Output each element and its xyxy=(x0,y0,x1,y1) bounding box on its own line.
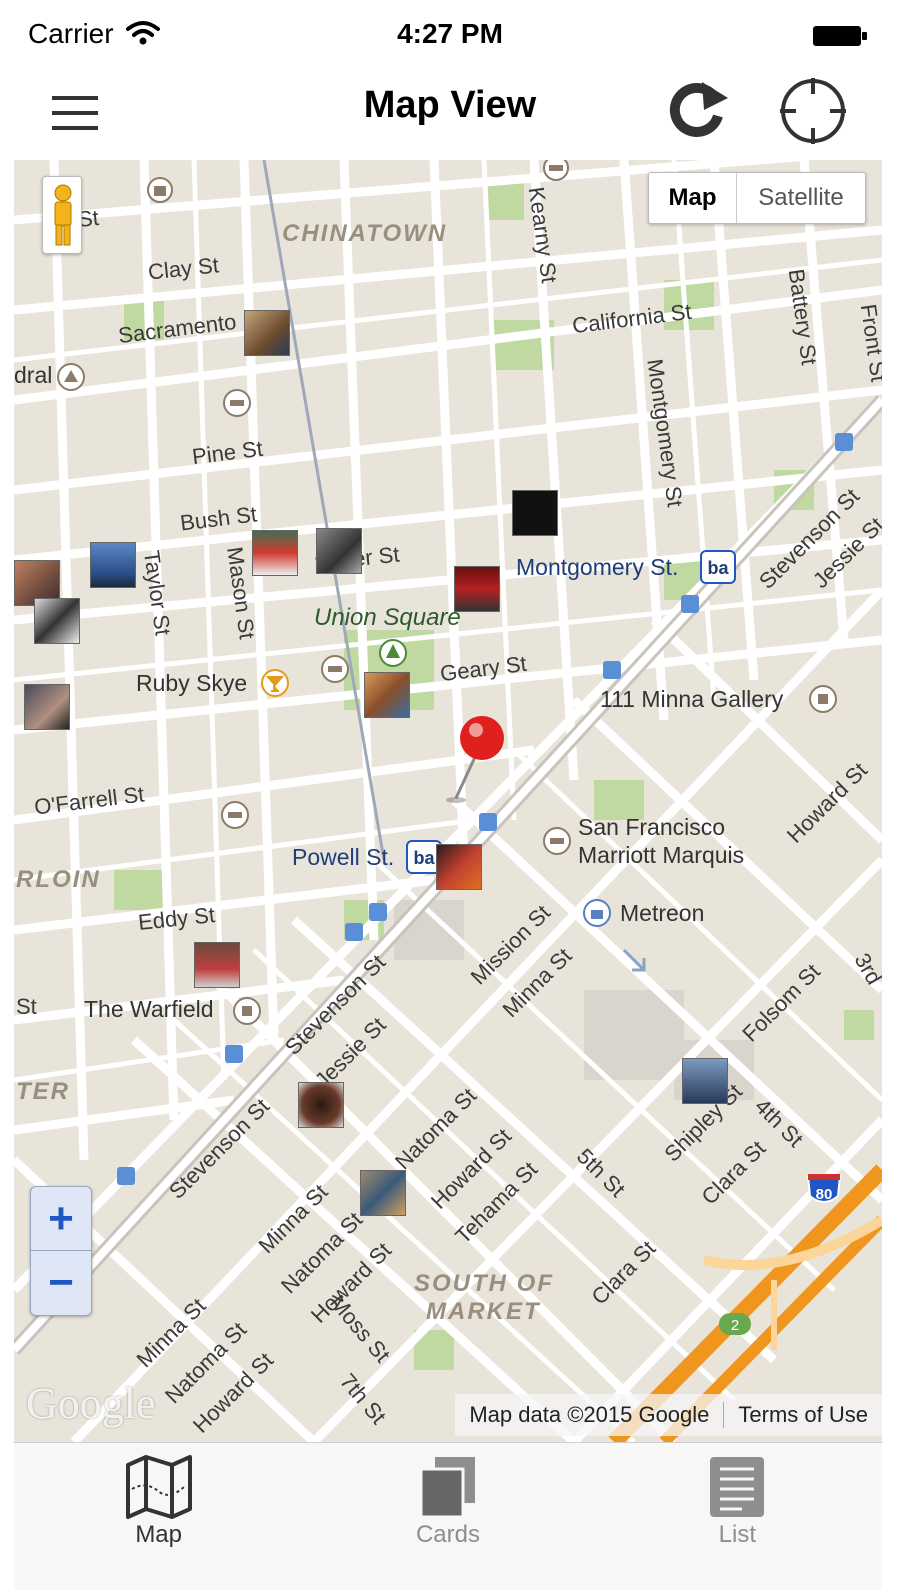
hotel-icon[interactable] xyxy=(320,654,350,684)
interstate-shield-icon: 80 xyxy=(806,1174,842,1203)
tab-list-label: List xyxy=(718,1521,756,1548)
district-chinatown: CHINATOWN xyxy=(282,220,448,247)
photo-marker[interactable] xyxy=(90,542,136,588)
navigation-bar: Map View xyxy=(0,70,900,160)
zoom-in-button[interactable]: + xyxy=(31,1187,91,1251)
svg-text:ba: ba xyxy=(707,558,729,578)
google-logo: Google xyxy=(26,1379,156,1428)
map-view[interactable]: CHINATOWN SOUTH OF MARKET RLOIN TER Unio… xyxy=(14,160,882,1442)
hotel-icon[interactable] xyxy=(220,800,250,830)
route-marker-icon: 2 xyxy=(719,1313,751,1335)
museum-icon[interactable] xyxy=(146,176,174,204)
tab-bar: Map Cards List xyxy=(14,1442,882,1590)
district-center-partial: TER xyxy=(16,1078,70,1105)
battery-icon xyxy=(813,26,867,46)
map-attribution: Map data ©2015 Google Terms of Use xyxy=(455,1394,882,1436)
tab-list[interactable]: List xyxy=(593,1443,882,1590)
photo-marker[interactable] xyxy=(34,598,80,644)
shopping-icon[interactable] xyxy=(582,898,612,928)
transit-stop-icon[interactable] xyxy=(224,1044,244,1064)
transit-stop-icon[interactable] xyxy=(478,812,498,832)
svg-text:2: 2 xyxy=(731,1317,739,1334)
poi-marriott-label-line1[interactable]: San Francisco xyxy=(578,814,725,841)
tab-cards[interactable]: Cards xyxy=(303,1443,592,1590)
photo-marker[interactable] xyxy=(364,672,410,718)
refresh-icon[interactable] xyxy=(662,76,732,146)
bar-cocktail-icon[interactable] xyxy=(260,668,290,698)
transit-stop-icon[interactable] xyxy=(680,594,700,614)
district-tenderloin-partial: RLOIN xyxy=(16,866,101,893)
map-data-credit: Map data ©2015 Google xyxy=(469,1402,710,1427)
photo-marker[interactable] xyxy=(436,844,482,890)
poi-metreon-label[interactable]: Metreon xyxy=(620,900,704,927)
hotel-icon[interactable] xyxy=(542,826,572,856)
district-south-of: SOUTH OF xyxy=(414,1270,554,1297)
photo-marker[interactable] xyxy=(454,566,500,612)
status-time: 4:27 PM xyxy=(397,18,503,49)
terms-of-use-link[interactable]: Terms of Use xyxy=(738,1402,868,1428)
list-document-icon xyxy=(710,1457,765,1517)
transit-stop-icon[interactable] xyxy=(834,432,854,452)
map-type-satellite-option[interactable]: Satellite xyxy=(737,173,865,223)
status-bar: Carrier 4:27 PM xyxy=(0,0,900,70)
transit-stop-icon[interactable] xyxy=(368,902,388,922)
landmark-icon[interactable] xyxy=(56,362,86,392)
photo-marker[interactable] xyxy=(298,1082,344,1128)
poi-minna-gallery-label[interactable]: 111 Minna Gallery xyxy=(600,686,783,713)
svg-text:80: 80 xyxy=(816,1186,833,1203)
tab-cards-label: Cards xyxy=(415,1521,480,1548)
map-type-map-option[interactable]: Map xyxy=(649,173,737,223)
hotel-icon[interactable] xyxy=(542,160,570,182)
district-market: MARKET xyxy=(426,1298,541,1325)
poi-ruby-skye-label[interactable]: Ruby Skye xyxy=(136,670,247,697)
pegman-icon xyxy=(54,184,72,246)
zoom-out-button[interactable]: − xyxy=(31,1251,91,1315)
transit-stop-icon[interactable] xyxy=(602,660,622,680)
photo-marker[interactable] xyxy=(682,1058,728,1104)
attribution-divider xyxy=(723,1402,725,1428)
photo-marker[interactable] xyxy=(252,530,298,576)
map-type-toggle: Map Satellite xyxy=(648,172,866,224)
transit-stop-icon[interactable] xyxy=(116,1166,136,1186)
park-tree-icon[interactable] xyxy=(378,638,408,668)
venue-icon[interactable] xyxy=(808,684,838,714)
tab-map-label: Map xyxy=(135,1521,182,1548)
folded-map-icon xyxy=(125,1455,192,1519)
stacked-cards-icon xyxy=(419,1457,475,1519)
photo-marker[interactable] xyxy=(244,310,290,356)
photo-marker[interactable] xyxy=(512,490,558,536)
poi-label: dral xyxy=(14,362,53,388)
poi-warfield-label[interactable]: The Warfield xyxy=(84,996,214,1023)
venue-icon[interactable] xyxy=(232,996,262,1026)
zoom-controls: + − xyxy=(30,1186,92,1316)
poi-montgomery-station-label[interactable]: Montgomery St. xyxy=(516,554,678,581)
crosshair-locate-icon[interactable] xyxy=(778,76,848,146)
poi-marriott-label-line2[interactable]: Marriott Marquis xyxy=(578,842,744,869)
transit-stop-icon[interactable] xyxy=(344,922,364,942)
bart-station-icon[interactable]: ba xyxy=(700,550,736,584)
poi-powell-station-label[interactable]: Powell St. xyxy=(292,844,394,871)
tab-map[interactable]: Map xyxy=(14,1443,303,1590)
dropped-pin-icon[interactable] xyxy=(434,712,514,812)
photo-marker[interactable] xyxy=(194,942,240,988)
park-label-union-square: Union Square xyxy=(314,604,461,631)
street-label: St xyxy=(16,994,37,1019)
one-way-arrow-icon xyxy=(622,948,646,972)
street-view-pegman-button[interactable] xyxy=(42,176,82,254)
photo-marker[interactable] xyxy=(24,684,70,730)
hotel-icon[interactable] xyxy=(222,388,252,418)
photo-marker[interactable] xyxy=(360,1170,406,1216)
photo-marker[interactable] xyxy=(316,528,362,574)
page-title: Map View xyxy=(363,84,537,126)
svg-text:ba: ba xyxy=(413,848,435,868)
